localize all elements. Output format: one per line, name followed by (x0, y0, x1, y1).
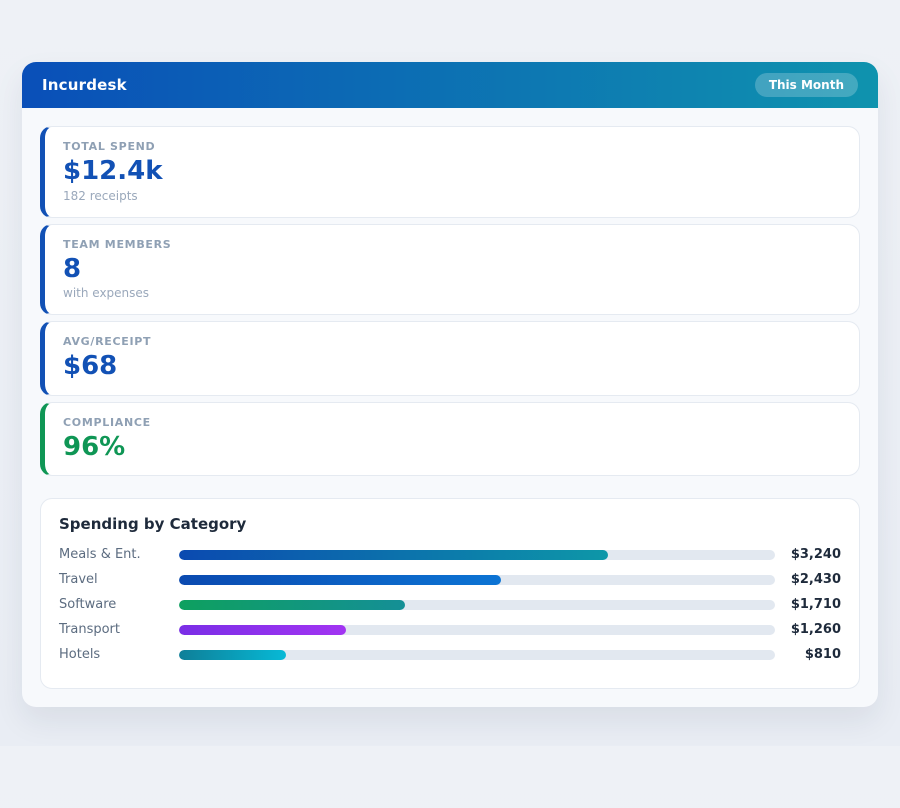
stat-value: 96% (63, 433, 841, 462)
bar-track (179, 650, 775, 660)
chart-row: Transport $1,260 (59, 617, 841, 642)
stat-card: AVG/RECEIPT $68 (40, 321, 860, 396)
app-header: Incurdesk This Month (22, 62, 878, 108)
stat-label: COMPLIANCE (63, 416, 841, 429)
chart-row: Software $1,710 (59, 592, 841, 617)
app-title: Incurdesk (42, 76, 127, 94)
bar-fill (179, 625, 346, 635)
stat-sublabel: 182 receipts (63, 189, 841, 203)
category-label: Software (59, 597, 179, 612)
bar-track (179, 625, 775, 635)
period-badge[interactable]: This Month (755, 73, 858, 97)
chart-row: Meals & Ent. $3,240 (59, 542, 841, 567)
stat-sublabel: with expenses (63, 286, 841, 300)
chart-row: Travel $2,430 (59, 567, 841, 592)
category-label: Transport (59, 622, 179, 637)
bar-fill (179, 550, 608, 560)
category-label: Travel (59, 572, 179, 587)
category-value: $2,430 (775, 572, 841, 587)
stat-card: COMPLIANCE 96% (40, 402, 860, 477)
stat-label: TEAM MEMBERS (63, 238, 841, 251)
stat-label: TOTAL SPEND (63, 140, 841, 153)
stat-value: $12.4k (63, 157, 841, 186)
stat-card: TEAM MEMBERS 8 with expenses (40, 224, 860, 316)
stat-value: 8 (63, 255, 841, 284)
bar-fill (179, 650, 286, 660)
bar-track (179, 600, 775, 610)
category-label: Meals & Ent. (59, 547, 179, 562)
bar-track (179, 550, 775, 560)
stat-value: $68 (63, 352, 841, 381)
spending-chart-card: Spending by Category Meals & Ent. $3,240… (40, 498, 860, 689)
dashboard-window: Incurdesk This Month TOTAL SPEND $12.4k … (22, 62, 878, 707)
stat-card: TOTAL SPEND $12.4k 182 receipts (40, 126, 860, 218)
stat-label: AVG/RECEIPT (63, 335, 841, 348)
dashboard-body: TOTAL SPEND $12.4k 182 receipts TEAM MEM… (22, 108, 878, 707)
category-label: Hotels (59, 647, 179, 662)
bar-fill (179, 600, 405, 610)
category-value: $1,710 (775, 597, 841, 612)
bar-fill (179, 575, 501, 585)
category-value: $810 (775, 647, 841, 662)
chart-row: Hotels $810 (59, 642, 841, 667)
chart-title: Spending by Category (59, 515, 841, 533)
chart-rows: Meals & Ent. $3,240 Travel $2,430 Softwa… (59, 542, 841, 667)
category-value: $1,260 (775, 622, 841, 637)
category-value: $3,240 (775, 547, 841, 562)
bar-track (179, 575, 775, 585)
